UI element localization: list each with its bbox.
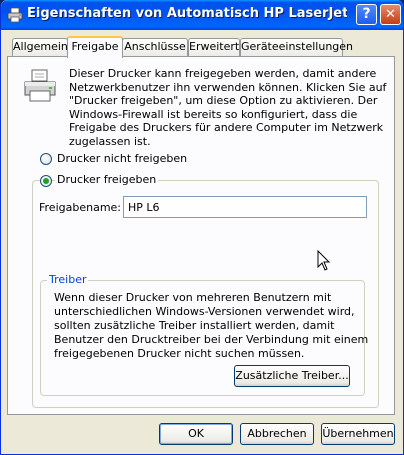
close-button[interactable]: ✕ [380, 4, 401, 25]
share-radio[interactable] [40, 175, 52, 187]
additional-drivers-button[interactable]: Zusätzliche Treiber... [234, 365, 350, 387]
printer-icon [7, 7, 23, 23]
tab-freigabe[interactable]: Freigabe [67, 36, 123, 58]
printer-icon [24, 69, 56, 102]
tab-erweitert[interactable]: Erweitert [188, 38, 240, 56]
share-label[interactable]: Drucker freigeben [55, 173, 159, 186]
tab-anschluesse[interactable]: Anschlüsse [122, 38, 188, 56]
mouse-cursor-icon [317, 250, 331, 271]
ok-button[interactable]: OK [159, 423, 233, 445]
properties-dialog: Eigenschaften von Automatisch HP LaserJe… [0, 0, 404, 455]
window-title: Eigenschaften von Automatisch HP LaserJe… [27, 6, 347, 21]
apply-button[interactable]: Übernehmen [321, 423, 395, 445]
cancel-button[interactable]: Abbrechen [240, 423, 314, 445]
share-name-label: Freigabename: [39, 201, 122, 214]
tab-geraeteeinstellungen[interactable]: Geräteeinstellungen [240, 38, 353, 56]
title-bar[interactable]: Eigenschaften von Automatisch HP LaserJe… [1, 0, 403, 30]
drivers-text: Wenn dieser Drucker von mehreren Benutze… [54, 291, 369, 360]
no-share-label[interactable]: Drucker nicht freigeben [57, 152, 187, 165]
sharing-intro-text: Dieser Drucker kann freigegeben werden, … [69, 67, 387, 148]
tab-allgemein[interactable]: Allgemein [12, 38, 68, 56]
help-button[interactable]: ? [356, 4, 377, 25]
drivers-group-label: Treiber [47, 273, 89, 286]
share-name-input[interactable] [123, 196, 367, 218]
no-share-radio[interactable] [40, 153, 52, 165]
